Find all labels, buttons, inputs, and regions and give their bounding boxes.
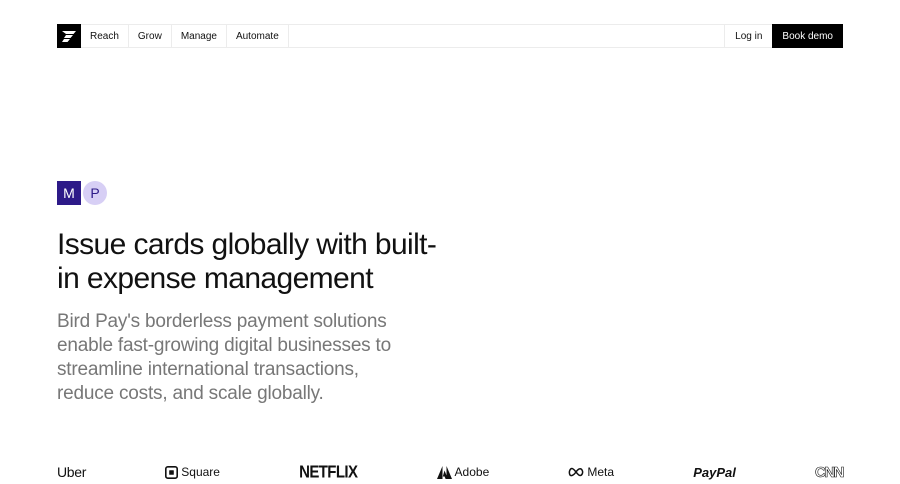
nav-item-reach[interactable]: Reach [81, 25, 129, 47]
meta-infinity-icon [569, 467, 584, 477]
nav-item-grow[interactable]: Grow [129, 25, 172, 47]
adobe-logo-icon [436, 465, 452, 479]
paypal-logo-text: PayPal [693, 464, 736, 480]
paypal-logo: PayPal [693, 465, 736, 480]
nav-item-automate[interactable]: Automate [227, 25, 289, 47]
uber-logo-text: Uber [57, 464, 87, 480]
hero-subhead: Bird Pay's borderless payment solutions … [57, 311, 392, 404]
square-logo-icon [165, 465, 179, 479]
meta-logo: Meta [568, 465, 614, 479]
top-nav: Reach Grow Manage Automate Log in Book d… [57, 24, 843, 48]
cnn-logo: CNN [814, 463, 845, 481]
hero-headline: Issue cards globally with built-in expen… [57, 228, 437, 295]
square-logo-text: Square [181, 465, 220, 479]
netflix-logo: NETFLIX [299, 462, 358, 482]
adobe-logo-text: Adobe [454, 465, 490, 479]
cnn-logo-text: CNN [814, 463, 845, 481]
adobe-logo: Adobe [436, 465, 490, 479]
avatar-group: M P [57, 181, 107, 205]
nav-item-manage[interactable]: Manage [172, 25, 227, 47]
uber-logo: Uber [57, 464, 86, 480]
login-button[interactable]: Log in [724, 25, 772, 47]
avatar-p: P [83, 181, 107, 205]
bird-logo-icon[interactable] [57, 24, 81, 48]
brand-logo-strip: Uber Square NETFLIX Adobe Meta PayPal CN… [57, 462, 845, 482]
square-logo: Square [165, 465, 220, 479]
avatar-m: M [57, 181, 81, 205]
meta-logo-text: Meta [587, 465, 615, 479]
netflix-logo-text: NETFLIX [299, 462, 358, 482]
book-demo-button[interactable]: Book demo [772, 24, 843, 48]
